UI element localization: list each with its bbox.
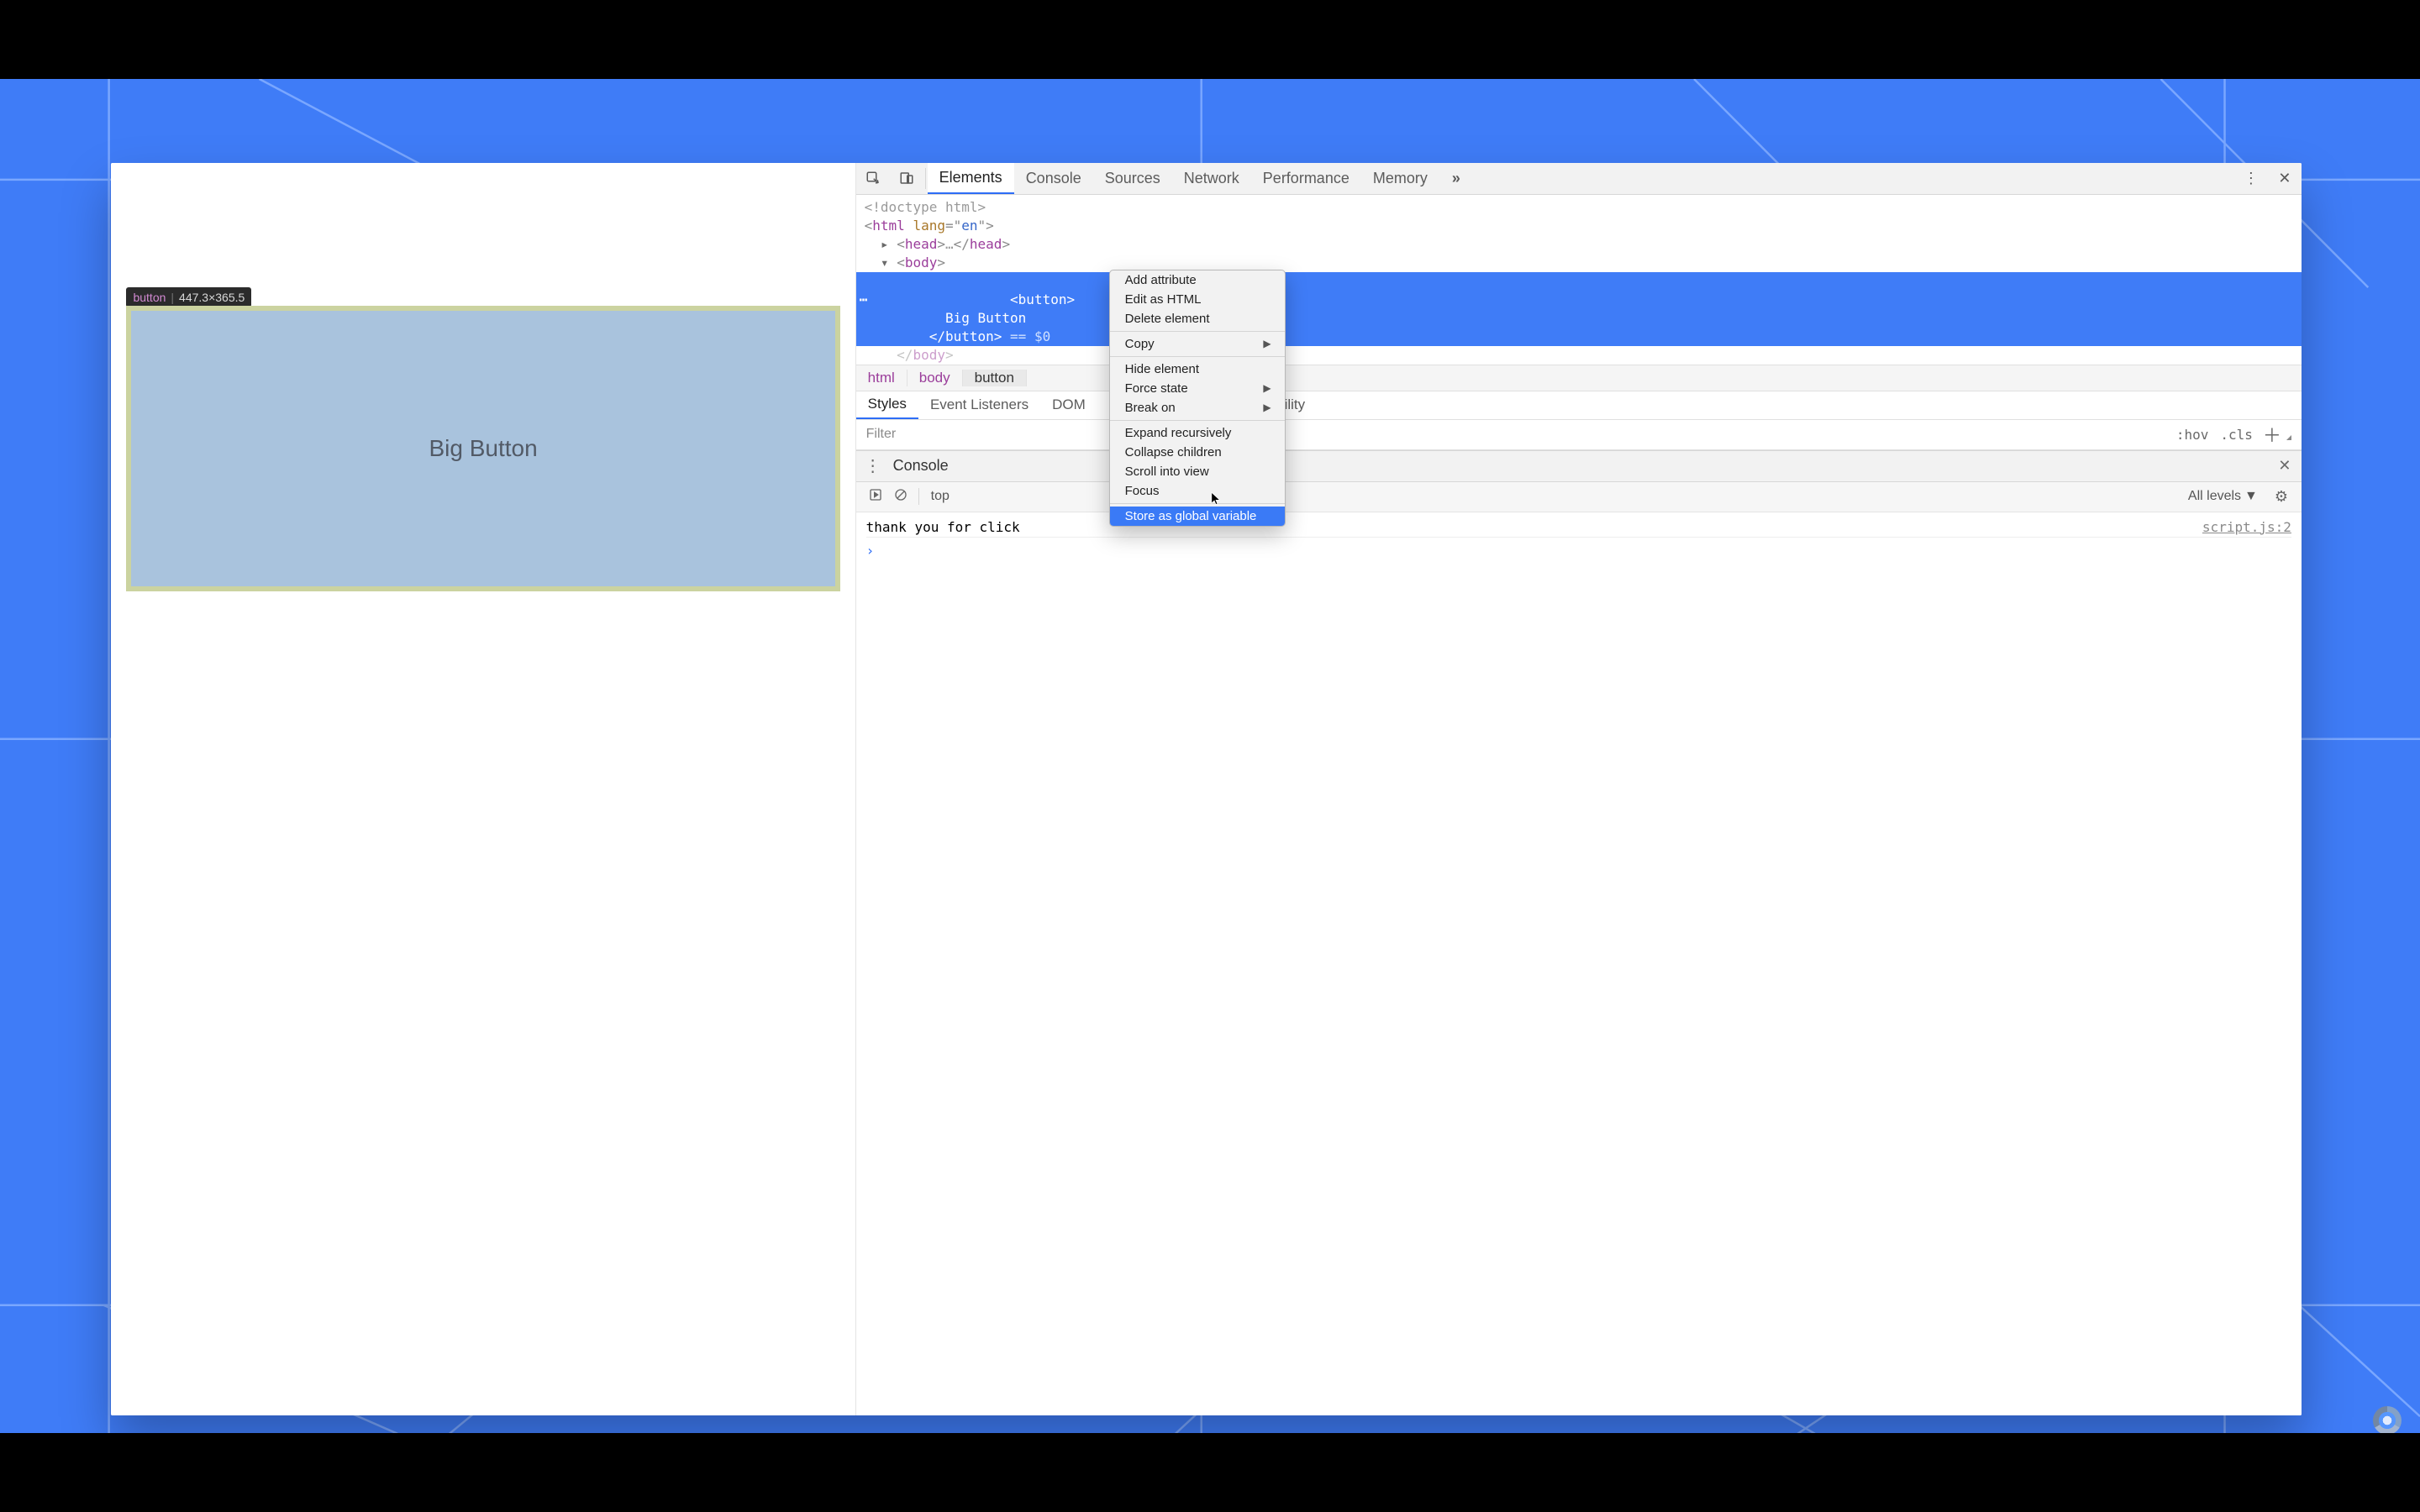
context-menu[interactable]: Add attribute Edit as HTML Delete elemen… xyxy=(1109,270,1286,527)
tooltip-tag: button xyxy=(133,291,166,304)
big-button[interactable]: Big Button xyxy=(126,306,839,591)
corner-resize-icon[interactable] xyxy=(2286,435,2291,440)
console-log-row: thank you for click script.js:2 xyxy=(866,517,2291,538)
tooltip-dimensions: 447.3×365.5 xyxy=(179,291,245,304)
console-drawer-header: ⋮ Console ✕ xyxy=(856,450,2302,482)
console-clear-icon[interactable] xyxy=(888,488,913,506)
filter-input[interactable]: Filter xyxy=(866,427,897,442)
console-kebab-icon[interactable]: ⋮ xyxy=(856,455,890,476)
submenu-arrow-icon: ▶ xyxy=(1263,382,1270,394)
dom-selected-node[interactable]: ⋯ <button> xyxy=(856,272,2302,309)
menu-focus[interactable]: Focus xyxy=(1110,481,1285,501)
submenu-arrow-icon: ▶ xyxy=(1263,338,1270,349)
chrome-logo-icon xyxy=(2373,1406,2402,1433)
tab-elements[interactable]: Elements xyxy=(928,163,1014,194)
console-drawer-title: Console xyxy=(893,457,949,475)
menu-delete-element[interactable]: Delete element xyxy=(1110,309,1285,328)
console-levels-select[interactable]: All levels ▼ xyxy=(2188,489,2258,504)
console-log-text: thank you for click xyxy=(866,519,1020,535)
cls-toggle[interactable]: .cls xyxy=(2220,427,2253,443)
menu-expand-recursively[interactable]: Expand recursively xyxy=(1110,423,1285,443)
styles-filter-row: Filter :hov .cls ＋ xyxy=(856,420,2302,450)
console-settings-icon[interactable]: ⚙ xyxy=(2268,488,2295,506)
submenu-arrow-icon: ▶ xyxy=(1263,402,1270,413)
menu-collapse-children[interactable]: Collapse children xyxy=(1110,443,1285,462)
tab-sources[interactable]: Sources xyxy=(1093,163,1172,194)
page-pane: button | 447.3×365.5 Big Button xyxy=(111,163,855,1416)
console-body[interactable]: thank you for click script.js:2 › xyxy=(856,512,2302,1416)
console-log-source[interactable]: script.js:2 xyxy=(2202,519,2291,535)
console-prompt[interactable]: › xyxy=(866,543,2291,559)
dom-doctype: <!doctype html> xyxy=(865,199,986,215)
menu-hide-element[interactable]: Hide element xyxy=(1110,360,1285,379)
big-button-label: Big Button xyxy=(429,435,537,462)
kebab-icon[interactable]: ⋮ xyxy=(2234,163,2268,194)
hov-toggle[interactable]: :hov xyxy=(2176,427,2209,443)
menu-edit-as-html[interactable]: Edit as HTML xyxy=(1110,290,1285,309)
menu-scroll-into-view[interactable]: Scroll into view xyxy=(1110,462,1285,481)
tab-memory[interactable]: Memory xyxy=(1361,163,1439,194)
console-toolbar: top All levels ▼ ⚙ xyxy=(856,482,2302,512)
breadcrumb: html body button xyxy=(856,365,2302,391)
console-context-select[interactable]: top xyxy=(931,489,950,504)
crumb-html[interactable]: html xyxy=(856,370,908,386)
menu-add-attribute[interactable]: Add attribute xyxy=(1110,270,1285,290)
styles-tabs: Styles Event Listeners DOM rties Accessi… xyxy=(856,391,2302,420)
menu-store-as-global[interactable]: Store as global variable xyxy=(1110,507,1285,526)
dom-tree[interactable]: <!doctype html> <html lang="en"> ▸ <head… xyxy=(856,195,2302,365)
dom-button-text: Big Button xyxy=(945,310,1026,326)
inspect-tooltip: button | 447.3×365.5 xyxy=(126,287,251,307)
devtools-pane: Elements Console Sources Network Perform… xyxy=(856,163,2302,1416)
crumb-body[interactable]: body xyxy=(908,370,963,386)
close-devtools-icon[interactable]: ✕ xyxy=(2268,163,2302,194)
tab-network[interactable]: Network xyxy=(1172,163,1251,194)
add-rule-icon[interactable]: ＋ xyxy=(2263,421,2281,448)
workspace-window: button | 447.3×365.5 Big Button xyxy=(111,163,2301,1416)
dom-dollar-zero: == $0 xyxy=(1002,328,1050,344)
menu-break-on[interactable]: Break on▶ xyxy=(1110,398,1285,417)
devtools-toolbar: Elements Console Sources Network Perform… xyxy=(856,163,2302,195)
letterbox: button | 447.3×365.5 Big Button xyxy=(0,0,2420,1512)
tab-console[interactable]: Console xyxy=(1014,163,1093,194)
chevron-down-icon: ▼ xyxy=(2244,489,2258,504)
device-toggle-icon[interactable] xyxy=(890,163,923,194)
crumb-button[interactable]: button xyxy=(963,370,1027,386)
stab-event-listeners[interactable]: Event Listeners xyxy=(918,391,1040,419)
menu-copy[interactable]: Copy▶ xyxy=(1110,334,1285,354)
more-tabs-icon[interactable]: » xyxy=(1439,163,1473,194)
console-close-icon[interactable]: ✕ xyxy=(2268,457,2302,475)
stab-styles[interactable]: Styles xyxy=(856,391,918,419)
inspect-icon[interactable] xyxy=(856,163,890,194)
console-play-icon[interactable] xyxy=(863,488,888,506)
tab-performance[interactable]: Performance xyxy=(1251,163,1361,194)
blueprint-background: button | 447.3×365.5 Big Button xyxy=(0,79,2420,1434)
menu-force-state[interactable]: Force state▶ xyxy=(1110,379,1285,398)
